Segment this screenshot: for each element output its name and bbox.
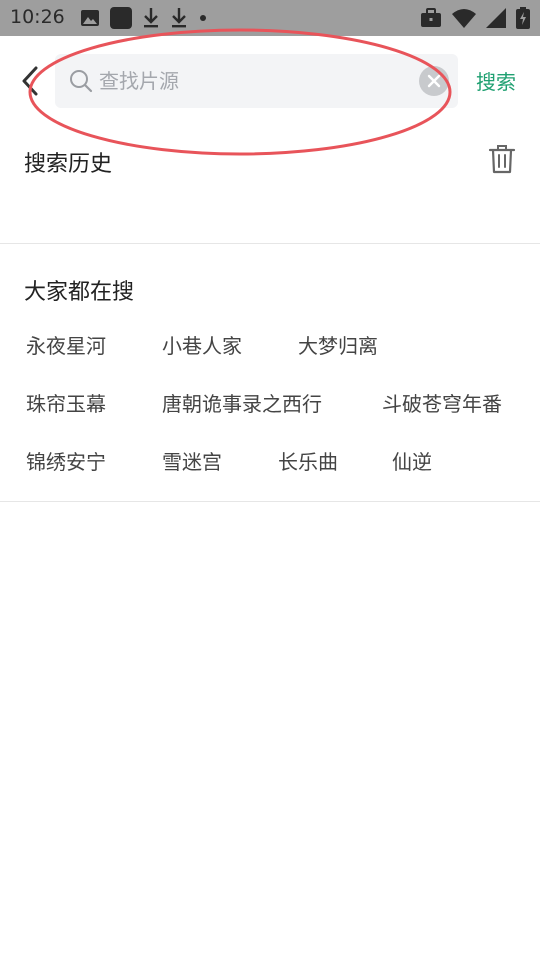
hot-search-tag[interactable]: 雪迷宫 (162, 446, 222, 475)
hot-search-section: 大家都在搜 永夜星河 小巷人家 大梦归离 珠帘玉幕 唐朝诡事录之西行 斗破苍穹年… (0, 244, 540, 502)
hot-search-tag[interactable]: 大梦归离 (298, 330, 378, 359)
clear-button[interactable] (419, 66, 449, 96)
hot-search-tag[interactable]: 珠帘玉幕 (26, 388, 106, 417)
download-icon (172, 8, 186, 28)
hot-search-tag[interactable]: 小巷人家 (162, 330, 242, 359)
battery-icon (516, 7, 530, 29)
wifi-icon (452, 9, 476, 28)
app-square-icon (110, 7, 132, 29)
briefcase-icon (421, 8, 441, 27)
search-submit-button[interactable]: 搜索 (476, 66, 516, 95)
hot-search-title: 大家都在搜 (24, 280, 135, 305)
hot-search-tag[interactable]: 长乐曲 (278, 446, 338, 475)
hot-search-tag[interactable]: 仙逆 (392, 446, 432, 475)
search-input[interactable] (99, 64, 409, 98)
hot-search-tag[interactable]: 锦绣安宁 (26, 446, 106, 475)
search-header: 搜索 (0, 36, 540, 126)
search-box[interactable] (55, 54, 458, 108)
image-icon (81, 10, 99, 26)
hot-search-tag[interactable]: 斗破苍穹年番 (382, 388, 502, 417)
status-time: 10:26 (10, 6, 65, 28)
dot-icon (200, 15, 206, 21)
search-history-title: 搜索历史 (24, 152, 113, 177)
status-bar: 10:26 (0, 0, 540, 36)
status-system-icons (420, 7, 530, 29)
search-icon (70, 70, 93, 93)
close-icon (427, 74, 441, 88)
status-notification-icons (80, 7, 208, 29)
download-icon (144, 8, 158, 28)
trash-icon[interactable] (488, 144, 516, 174)
search-history-section: 搜索历史 (0, 126, 540, 244)
hot-search-tag[interactable]: 唐朝诡事录之西行 (162, 388, 322, 417)
back-button[interactable] (14, 64, 48, 98)
hot-search-tag[interactable]: 永夜星河 (26, 330, 106, 359)
cell-signal-icon (486, 8, 506, 28)
